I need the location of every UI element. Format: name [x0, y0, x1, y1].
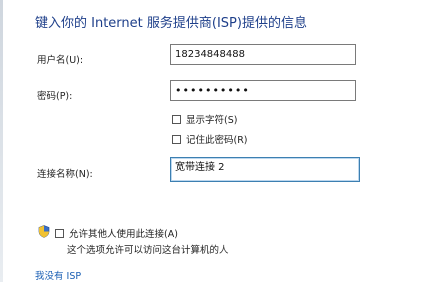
uac-shield-icon	[38, 225, 50, 238]
show-chars-checkbox[interactable]	[172, 114, 181, 124]
password-input[interactable]: ••••••••••	[170, 80, 356, 101]
show-chars-row[interactable]: 显示字符(S)	[172, 112, 237, 126]
connection-name-label: 连接名称(N):	[37, 169, 93, 180]
username-input[interactable]: 18234848488	[170, 44, 356, 65]
window-edge	[0, 0, 3, 282]
no-isp-link[interactable]: 我没有 ISP	[35, 268, 81, 282]
remember-password-checkbox[interactable]	[172, 134, 181, 144]
password-label: 密码(P):	[37, 91, 73, 102]
remember-password-row[interactable]: 记住此密码(R)	[172, 132, 248, 146]
password-mask: ••••••••••	[175, 84, 250, 97]
allow-others-checkbox[interactable]	[55, 228, 64, 238]
allow-others-description: 这个选项允许可以访问这台计算机的人	[67, 245, 229, 256]
allow-others-row[interactable]: 允许其他人使用此连接(A)	[55, 226, 178, 240]
username-label: 用户名(U):	[37, 55, 84, 66]
connection-name-input[interactable]: 宽带连接 2	[170, 157, 360, 182]
allow-others-label: 允许其他人使用此连接(A)	[69, 229, 178, 240]
show-chars-label: 显示字符(S)	[186, 115, 238, 126]
isp-info-dialog: 键入你的 Internet 服务提供商(ISP)提供的信息 用户名(U): 18…	[0, 0, 430, 282]
page-title: 键入你的 Internet 服务提供商(ISP)提供的信息	[35, 16, 307, 31]
remember-password-label: 记住此密码(R)	[186, 135, 248, 146]
text-fade-overlay	[215, 232, 290, 252]
